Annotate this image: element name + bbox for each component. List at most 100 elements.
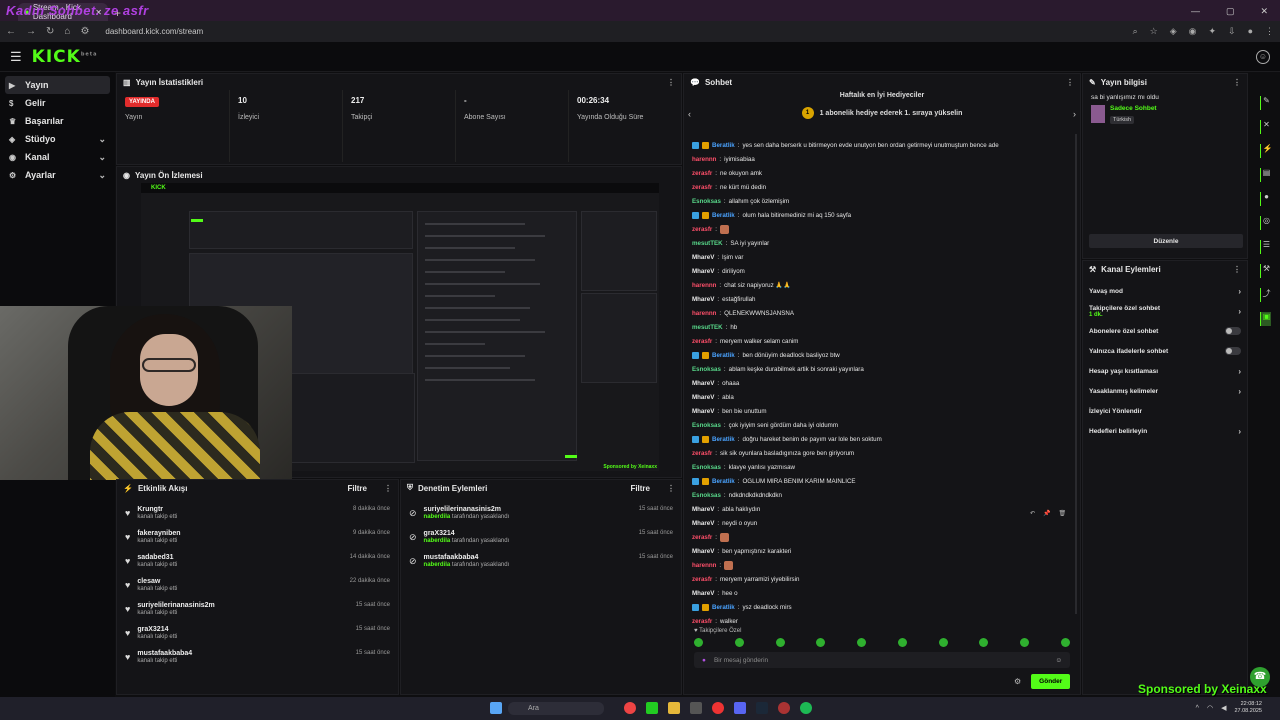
- lightning-icon[interactable]: ⚡: [1259, 144, 1272, 158]
- emote-icon[interactable]: [897, 638, 907, 647]
- maximize-icon[interactable]: ▢: [1226, 6, 1235, 17]
- moderator-name[interactable]: naberdila: [424, 538, 451, 544]
- chat-message[interactable]: zerasfr: walker: [692, 614, 1072, 628]
- chat-username[interactable]: MhareV: [692, 548, 714, 555]
- channel-action-item[interactable]: Yalnızca ifadelerle sohbet: [1083, 341, 1247, 361]
- chrome-icon[interactable]: [624, 702, 636, 714]
- home-icon[interactable]: ⌂: [64, 26, 70, 37]
- chat-username[interactable]: MhareV: [692, 254, 714, 261]
- sidebar-item-0[interactable]: ▶ Yayın: [5, 76, 110, 94]
- chat-username[interactable]: Beratlik: [712, 352, 735, 359]
- downloads-icon[interactable]: ⇩: [1228, 26, 1236, 37]
- chat-username[interactable]: MhareV: [692, 296, 714, 303]
- back-icon[interactable]: ←: [6, 26, 16, 37]
- chat-message[interactable]: MhareV: ben yapmıştınız karakteri: [692, 544, 1072, 558]
- activity-username[interactable]: Krungtr: [137, 506, 346, 513]
- next-arrow-icon[interactable]: ›: [1073, 109, 1076, 119]
- chat-username[interactable]: Esnoksas: [692, 492, 721, 499]
- volume-icon[interactable]: ◀: [1221, 704, 1226, 712]
- chat-message[interactable]: mesutTEK: SA iyi yayınlar: [692, 236, 1072, 250]
- url-text[interactable]: dashboard.kick.com/stream: [105, 27, 203, 36]
- chat-message[interactable]: zerasfr: ne okuyon amk: [692, 166, 1072, 180]
- activity-username[interactable]: graX3214: [137, 626, 348, 633]
- activity-username[interactable]: suriyelilerinanasinis2m: [137, 602, 348, 609]
- chat-message[interactable]: harennn: iyimisabiaa: [692, 152, 1072, 166]
- chat-message[interactable]: MhareV: ohaaa: [692, 376, 1072, 390]
- moderation-item[interactable]: ⊘ graX3214 naberdila tarafından yasaklandı…: [401, 526, 681, 550]
- chat-message[interactable]: MhareV: abla haklıydın: [692, 502, 1072, 516]
- emote-icon[interactable]: [816, 638, 826, 647]
- chat-username[interactable]: Esnoksas: [692, 366, 721, 373]
- chat-message[interactable]: mesutTEK: hb: [692, 320, 1072, 334]
- channel-action-item[interactable]: Takipçilere özel sohbet 1 dk. ›: [1083, 301, 1247, 321]
- site-info-icon[interactable]: ⚙: [80, 26, 89, 37]
- wifi-icon[interactable]: ◠: [1207, 704, 1213, 712]
- sidebar-item-3[interactable]: ◈ Stüdyo ⌄: [5, 130, 110, 148]
- chat-message[interactable]: MhareV: hee o: [692, 586, 1072, 600]
- chat-message[interactable]: MhareV: lşim var: [692, 250, 1072, 264]
- hamburger-menu-icon[interactable]: ☰: [10, 49, 22, 65]
- chat-message[interactable]: zerasfr: meryem yarramizi yiyebilirsin: [692, 572, 1072, 586]
- chat-message[interactable]: Esnoksas: ndkdndkdkdndkdkn: [692, 488, 1072, 502]
- more-options-icon[interactable]: ⋮: [1066, 78, 1074, 87]
- chat-username[interactable]: Esnoksas: [692, 198, 721, 205]
- chat-username[interactable]: zerasfr: [692, 226, 712, 233]
- emote-icon[interactable]: [938, 638, 948, 647]
- kick-logo[interactable]: KICKbeta: [32, 47, 98, 67]
- activity-item[interactable]: ♥ mustafaakbaba4 kanalı takip etti 15 saat …: [117, 646, 398, 670]
- emote-icon[interactable]: [734, 638, 744, 647]
- activity-item[interactable]: ♥ sadabed31 kanalı takip etti 14 dakika önc…: [117, 550, 398, 574]
- chat-username[interactable]: MhareV: [692, 520, 714, 527]
- chat-username[interactable]: harennn: [692, 282, 716, 289]
- tray-chevron-icon[interactable]: ^: [1196, 705, 1199, 712]
- chat-username[interactable]: Beratlik: [712, 604, 735, 611]
- emote-icon[interactable]: [1060, 638, 1070, 647]
- profile-icon[interactable]: ●: [1248, 26, 1253, 37]
- chat-input[interactable]: ● Bir mesaj gönderin ☺: [694, 652, 1070, 668]
- chat-username[interactable]: Beratlik: [712, 478, 735, 485]
- emote-icon[interactable]: [694, 638, 703, 647]
- tools-icon[interactable]: ⚒: [1259, 264, 1271, 278]
- moderator-name[interactable]: naberdila: [424, 514, 451, 520]
- chat-message[interactable]: Esnoksas: çok iyiyim seni gördüm daha iyi…: [692, 418, 1072, 432]
- chat-username[interactable]: zerasfr: [692, 450, 712, 457]
- chat-message[interactable]: Beratlik: doğru hareket benim de payım va…: [692, 432, 1072, 446]
- chat-username[interactable]: zerasfr: [692, 618, 712, 625]
- activity-filter-button[interactable]: Filtre: [347, 484, 367, 493]
- prev-arrow-icon[interactable]: ‹: [688, 109, 691, 119]
- minimize-icon[interactable]: —: [1191, 6, 1200, 17]
- activity-item[interactable]: ♥ clesaw kanalı takip etti 22 dakika önce: [117, 574, 398, 598]
- chat-username[interactable]: zerasfr: [692, 184, 712, 191]
- sidebar-item-1[interactable]: $ Gelir: [5, 94, 110, 112]
- emoji-icon[interactable]: ☺: [1055, 657, 1062, 664]
- help-chat-icon[interactable]: ☎: [1250, 667, 1270, 687]
- extensions-puzzle-icon[interactable]: ✦: [1208, 26, 1216, 37]
- chat-username[interactable]: mesutTEK: [692, 324, 723, 331]
- chat-message[interactable]: Beratlik: OGLUM MIRA BENIM KARIM MAINLICE: [692, 474, 1072, 488]
- chat-message[interactable]: harennn: chat siz napiyoruz 🙏🙏: [692, 278, 1072, 292]
- activity-item[interactable]: ♥ fakerayniben kanalı takip etti 9 dakika ö…: [117, 526, 398, 550]
- chat-username[interactable]: Beratlik: [712, 142, 735, 149]
- toggle-switch[interactable]: [1225, 347, 1241, 355]
- activity-item[interactable]: ♥ suriyelilerinanasinis2m kanalı takip ett…: [117, 598, 398, 622]
- obs-icon[interactable]: [778, 702, 790, 714]
- chat-message[interactable]: zerasfr:: [692, 222, 1072, 236]
- window-close-icon[interactable]: ✕: [1260, 6, 1268, 17]
- emote-icon[interactable]: [1020, 638, 1030, 647]
- more-options-icon[interactable]: ⋮: [1233, 265, 1241, 274]
- store-icon[interactable]: [690, 702, 702, 714]
- chat-username[interactable]: MhareV: [692, 590, 714, 597]
- more-options-icon[interactable]: ⋮: [667, 78, 675, 87]
- chat-username[interactable]: MhareV: [692, 408, 714, 415]
- document-icon[interactable]: ▤: [1259, 168, 1271, 182]
- user-avatar[interactable]: ☺: [1256, 49, 1270, 64]
- channel-action-item[interactable]: Yavaş mod ›: [1083, 281, 1247, 301]
- channel-action-item[interactable]: Hedefleri belirleyin ›: [1083, 421, 1247, 441]
- chat-username[interactable]: harennn: [692, 310, 716, 317]
- browser-menu-icon[interactable]: ⋮: [1265, 26, 1274, 37]
- chat-username[interactable]: zerasfr: [692, 534, 712, 541]
- close-panel-icon[interactable]: ✕: [1259, 120, 1271, 134]
- discord-icon[interactable]: [734, 702, 746, 714]
- bookmark-star-icon[interactable]: ☆: [1150, 26, 1158, 37]
- channel-action-item[interactable]: Hesap yaşı kısıtlaması ›: [1083, 361, 1247, 381]
